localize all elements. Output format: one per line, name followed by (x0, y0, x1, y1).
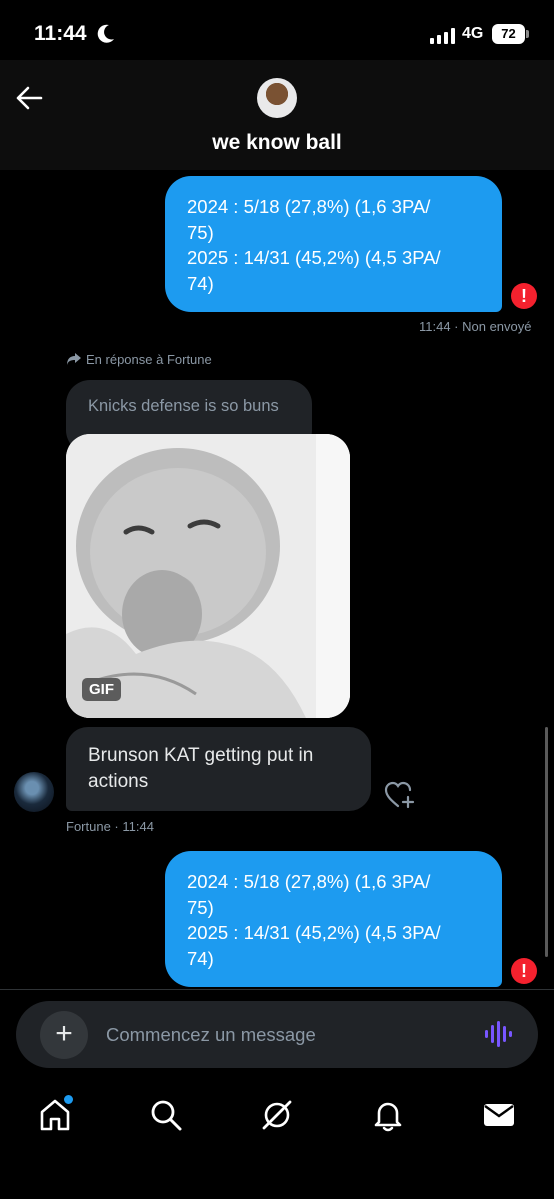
message-input[interactable] (104, 1014, 468, 1056)
send-error-icon[interactable]: ! (511, 958, 537, 984)
grok-icon[interactable] (259, 1097, 295, 1133)
message-line: 2025 : 14/31 (45,2%) (4,5 3PA/ (187, 922, 441, 943)
message-line: 74) (187, 947, 214, 969)
notifications-icon[interactable] (370, 1097, 406, 1133)
message-line: 2025 : 14/31 (45,2%) (4,5 3PA/ (187, 247, 441, 268)
moon-icon (97, 24, 114, 43)
reply-arrow-icon (67, 353, 81, 365)
messages-icon[interactable] (481, 1097, 517, 1133)
sender-avatar[interactable] (14, 772, 54, 812)
battery-level: 72 (492, 24, 525, 44)
voice-message-icon[interactable] (484, 1021, 512, 1047)
message-line: 74) (187, 272, 214, 294)
composer-divider (0, 989, 554, 990)
search-icon[interactable] (148, 1097, 184, 1133)
back-arrow-icon[interactable] (14, 84, 44, 112)
status-time: 11:44 (34, 22, 87, 45)
gif-badge: GIF (82, 678, 121, 701)
reply-context: En réponse à Fortune (86, 352, 212, 367)
outgoing-message-bubble[interactable]: 2024 : 5/18 (27,8%) (1,6 3PA/ 75) 2025 :… (165, 851, 502, 987)
avatar[interactable] (257, 78, 297, 118)
gif-media[interactable] (66, 434, 350, 718)
message-line: 2024 : 5/18 (27,8%) (1,6 3PA/ (187, 871, 431, 892)
message-line: 75) (187, 896, 214, 918)
scrollbar[interactable] (545, 727, 548, 957)
network-type: 4G (462, 25, 484, 42)
send-error-icon[interactable]: ! (511, 283, 537, 309)
message-line: 2024 : 5/18 (27,8%) (1,6 3PA/ (187, 196, 431, 217)
battery-tip (526, 30, 529, 38)
home-unread-dot (62, 1093, 75, 1106)
add-attachment-button[interactable]: + (40, 1011, 88, 1059)
baby-gif-image (66, 434, 350, 718)
message-line: actions (88, 771, 149, 792)
chat-title[interactable]: we know ball (0, 131, 554, 155)
message-meta: Fortune · 11:44 (66, 819, 154, 834)
message-line: Brunson KAT getting put in (88, 745, 314, 766)
signal-icon (430, 28, 455, 44)
outgoing-message-bubble[interactable]: 2024 : 5/18 (27,8%) (1,6 3PA/ 75) 2025 :… (165, 176, 502, 312)
incoming-message-bubble[interactable]: Brunson KAT getting put in actions (66, 727, 371, 811)
message-status: 11:44 · Non envoyé (419, 319, 532, 334)
add-reaction-icon[interactable] (384, 780, 416, 810)
message-line: 75) (187, 221, 214, 243)
